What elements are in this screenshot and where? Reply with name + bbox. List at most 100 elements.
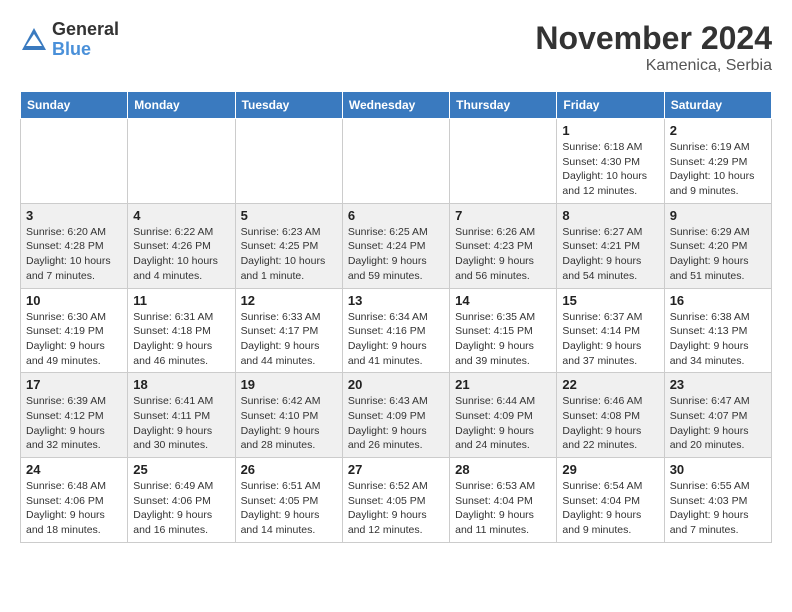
day-number: 15: [562, 293, 658, 308]
calendar-day-cell: 21 Sunrise: 6:44 AM Sunset: 4:09 PM Dayli…: [450, 373, 557, 458]
day-info: Sunrise: 6:34 AM Sunset: 4:16 PM Dayligh…: [348, 310, 444, 369]
calendar-day-cell: 13 Sunrise: 6:34 AM Sunset: 4:16 PM Dayli…: [342, 288, 449, 373]
weekday-header: Friday: [557, 92, 664, 119]
day-info: Sunrise: 6:30 AM Sunset: 4:19 PM Dayligh…: [26, 310, 122, 369]
calendar-table: SundayMondayTuesdayWednesdayThursdayFrid…: [20, 91, 772, 543]
calendar-day-cell: 22Sunrise: 6:46 AM Sunset: 4:08 PM Dayli…: [557, 373, 664, 458]
calendar-day-cell: [450, 119, 557, 204]
day-number: 5: [241, 208, 337, 223]
day-info: Sunrise: 6:33 AM Sunset: 4:17 PM Dayligh…: [241, 310, 337, 369]
calendar-day-cell: 14 Sunrise: 6:35 AM Sunset: 4:15 PM Dayli…: [450, 288, 557, 373]
day-info: Sunrise: 6:37 AM Sunset: 4:14 PM Dayligh…: [562, 310, 658, 369]
day-number: 26: [241, 462, 337, 477]
day-info: Sunrise: 6:48 AM Sunset: 4:06 PM Dayligh…: [26, 479, 122, 538]
day-number: 1: [562, 123, 658, 138]
day-info: Sunrise: 6:19 AM Sunset: 4:29 PM Dayligh…: [670, 140, 766, 199]
weekday-header: Monday: [128, 92, 235, 119]
calendar-day-cell: [128, 119, 235, 204]
calendar-day-cell: 30Sunrise: 6:55 AM Sunset: 4:03 PM Dayli…: [664, 458, 771, 543]
logo-text: General Blue: [52, 20, 119, 60]
day-info: Sunrise: 6:44 AM Sunset: 4:09 PM Dayligh…: [455, 394, 551, 453]
calendar-day-cell: [342, 119, 449, 204]
day-number: 20: [348, 377, 444, 392]
day-info: Sunrise: 6:20 AM Sunset: 4:28 PM Dayligh…: [26, 225, 122, 284]
calendar-day-cell: 5 Sunrise: 6:23 AM Sunset: 4:25 PM Daylig…: [235, 203, 342, 288]
calendar-day-cell: 25 Sunrise: 6:49 AM Sunset: 4:06 PM Dayli…: [128, 458, 235, 543]
calendar-week-row: 1 Sunrise: 6:18 AM Sunset: 4:30 PM Daylig…: [21, 119, 772, 204]
day-info: Sunrise: 6:51 AM Sunset: 4:05 PM Dayligh…: [241, 479, 337, 538]
logo: General Blue: [20, 20, 119, 60]
weekday-header-row: SundayMondayTuesdayWednesdayThursdayFrid…: [21, 92, 772, 119]
day-number: 8: [562, 208, 658, 223]
weekday-header: Saturday: [664, 92, 771, 119]
calendar-day-cell: 24Sunrise: 6:48 AM Sunset: 4:06 PM Dayli…: [21, 458, 128, 543]
calendar-day-cell: 28 Sunrise: 6:53 AM Sunset: 4:04 PM Dayli…: [450, 458, 557, 543]
calendar-day-cell: 23 Sunrise: 6:47 AM Sunset: 4:07 PM Dayli…: [664, 373, 771, 458]
calendar-day-cell: 27 Sunrise: 6:52 AM Sunset: 4:05 PM Dayli…: [342, 458, 449, 543]
weekday-header: Thursday: [450, 92, 557, 119]
day-number: 25: [133, 462, 229, 477]
weekday-header: Sunday: [21, 92, 128, 119]
calendar-day-cell: 12 Sunrise: 6:33 AM Sunset: 4:17 PM Dayli…: [235, 288, 342, 373]
day-info: Sunrise: 6:41 AM Sunset: 4:11 PM Dayligh…: [133, 394, 229, 453]
calendar-day-cell: 2Sunrise: 6:19 AM Sunset: 4:29 PM Daylig…: [664, 119, 771, 204]
day-number: 14: [455, 293, 551, 308]
calendar-day-cell: [235, 119, 342, 204]
day-number: 9: [670, 208, 766, 223]
day-info: Sunrise: 6:35 AM Sunset: 4:15 PM Dayligh…: [455, 310, 551, 369]
day-number: 10: [26, 293, 122, 308]
calendar-day-cell: 8 Sunrise: 6:27 AM Sunset: 4:21 PM Daylig…: [557, 203, 664, 288]
title-area: November 2024 Kamenica, Serbia: [535, 20, 772, 75]
logo-line2: Blue: [52, 40, 119, 60]
day-info: Sunrise: 6:53 AM Sunset: 4:04 PM Dayligh…: [455, 479, 551, 538]
calendar-day-cell: 4 Sunrise: 6:22 AM Sunset: 4:26 PM Daylig…: [128, 203, 235, 288]
day-info: Sunrise: 6:18 AM Sunset: 4:30 PM Dayligh…: [562, 140, 658, 199]
day-number: 23: [670, 377, 766, 392]
day-number: 6: [348, 208, 444, 223]
day-info: Sunrise: 6:55 AM Sunset: 4:03 PM Dayligh…: [670, 479, 766, 538]
calendar-day-cell: 26 Sunrise: 6:51 AM Sunset: 4:05 PM Dayli…: [235, 458, 342, 543]
day-info: Sunrise: 6:27 AM Sunset: 4:21 PM Dayligh…: [562, 225, 658, 284]
day-info: Sunrise: 6:26 AM Sunset: 4:23 PM Dayligh…: [455, 225, 551, 284]
logo-line1: General: [52, 20, 119, 40]
day-number: 4: [133, 208, 229, 223]
calendar-day-cell: [21, 119, 128, 204]
day-info: Sunrise: 6:46 AM Sunset: 4:08 PM Dayligh…: [562, 394, 658, 453]
day-number: 11: [133, 293, 229, 308]
calendar-day-cell: 1 Sunrise: 6:18 AM Sunset: 4:30 PM Daylig…: [557, 119, 664, 204]
day-info: Sunrise: 6:23 AM Sunset: 4:25 PM Dayligh…: [241, 225, 337, 284]
day-info: Sunrise: 6:31 AM Sunset: 4:18 PM Dayligh…: [133, 310, 229, 369]
day-number: 28: [455, 462, 551, 477]
calendar-day-cell: 16Sunrise: 6:38 AM Sunset: 4:13 PM Dayli…: [664, 288, 771, 373]
day-info: Sunrise: 6:54 AM Sunset: 4:04 PM Dayligh…: [562, 479, 658, 538]
header: General Blue November 2024 Kamenica, Ser…: [20, 20, 772, 75]
day-info: Sunrise: 6:25 AM Sunset: 4:24 PM Dayligh…: [348, 225, 444, 284]
day-info: Sunrise: 6:49 AM Sunset: 4:06 PM Dayligh…: [133, 479, 229, 538]
day-number: 13: [348, 293, 444, 308]
day-info: Sunrise: 6:52 AM Sunset: 4:05 PM Dayligh…: [348, 479, 444, 538]
day-info: Sunrise: 6:42 AM Sunset: 4:10 PM Dayligh…: [241, 394, 337, 453]
day-number: 3: [26, 208, 122, 223]
day-info: Sunrise: 6:22 AM Sunset: 4:26 PM Dayligh…: [133, 225, 229, 284]
calendar-day-cell: 20 Sunrise: 6:43 AM Sunset: 4:09 PM Dayli…: [342, 373, 449, 458]
calendar-week-row: 10 Sunrise: 6:30 AM Sunset: 4:19 PM Dayli…: [21, 288, 772, 373]
day-number: 7: [455, 208, 551, 223]
calendar-day-cell: 11 Sunrise: 6:31 AM Sunset: 4:18 PM Dayli…: [128, 288, 235, 373]
day-info: Sunrise: 6:43 AM Sunset: 4:09 PM Dayligh…: [348, 394, 444, 453]
day-number: 21: [455, 377, 551, 392]
month-title: November 2024: [535, 20, 772, 57]
day-number: 12: [241, 293, 337, 308]
calendar-week-row: 17Sunrise: 6:39 AM Sunset: 4:12 PM Dayli…: [21, 373, 772, 458]
calendar-day-cell: 7 Sunrise: 6:26 AM Sunset: 4:23 PM Daylig…: [450, 203, 557, 288]
day-info: Sunrise: 6:47 AM Sunset: 4:07 PM Dayligh…: [670, 394, 766, 453]
calendar-day-cell: 6 Sunrise: 6:25 AM Sunset: 4:24 PM Daylig…: [342, 203, 449, 288]
calendar-week-row: 3 Sunrise: 6:20 AM Sunset: 4:28 PM Daylig…: [21, 203, 772, 288]
day-number: 29: [562, 462, 658, 477]
day-number: 19: [241, 377, 337, 392]
weekday-header: Wednesday: [342, 92, 449, 119]
calendar-day-cell: 10 Sunrise: 6:30 AM Sunset: 4:19 PM Dayli…: [21, 288, 128, 373]
day-info: Sunrise: 6:39 AM Sunset: 4:12 PM Dayligh…: [26, 394, 122, 453]
day-number: 27: [348, 462, 444, 477]
logo-icon: [20, 26, 48, 54]
day-number: 16: [670, 293, 766, 308]
